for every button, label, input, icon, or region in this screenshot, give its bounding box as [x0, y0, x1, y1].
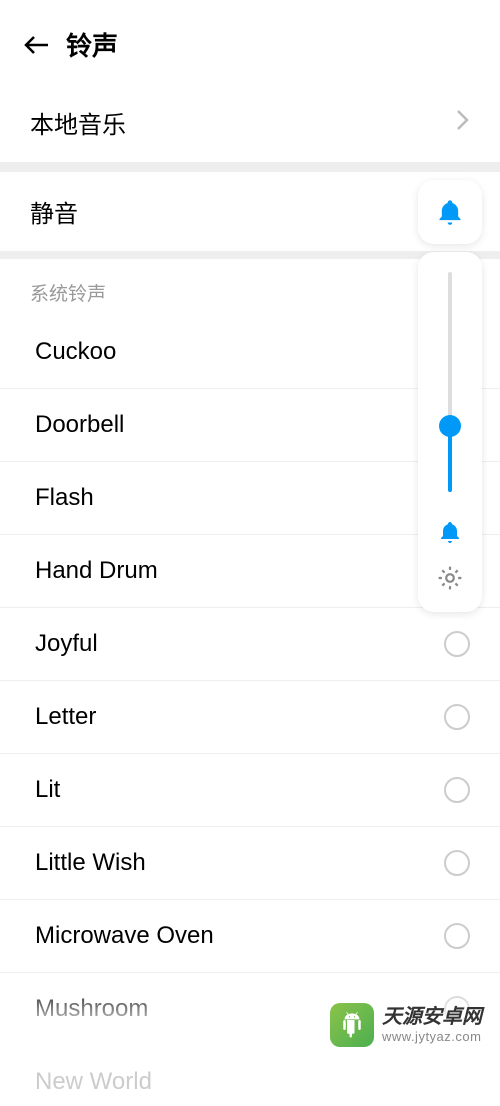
ringtone-name: Joyful	[35, 630, 98, 658]
divider	[0, 162, 500, 172]
slider-thumb[interactable]	[439, 415, 461, 437]
ringtone-name: Letter	[35, 703, 96, 731]
ringtone-name: New World	[35, 1068, 152, 1096]
ringtone-item[interactable]: Lit	[0, 754, 500, 827]
radio-unchecked-icon	[444, 996, 470, 1022]
ringtone-item[interactable]: New World	[0, 1046, 500, 1106]
radio-unchecked-icon	[444, 850, 470, 876]
volume-slider-card	[418, 252, 482, 612]
volume-panel	[418, 180, 482, 612]
radio-unchecked-icon	[444, 704, 470, 730]
ringtone-name: Microwave Oven	[35, 922, 214, 950]
volume-stream-icon[interactable]	[438, 520, 462, 549]
page-header: 铃声	[0, 0, 500, 83]
chevron-right-icon	[456, 109, 470, 136]
volume-mode-button[interactable]	[418, 180, 482, 244]
ringtone-name: Lit	[35, 776, 60, 804]
radio-unchecked-icon	[444, 631, 470, 657]
ringtone-name: Little Wish	[35, 849, 146, 877]
bell-icon	[436, 198, 464, 226]
silent-label: 静音	[30, 201, 78, 228]
radio-unchecked-icon	[444, 777, 470, 803]
volume-slider[interactable]	[448, 272, 452, 492]
settings-button[interactable]	[437, 565, 463, 596]
back-button[interactable]	[20, 31, 54, 59]
radio-unchecked-icon	[444, 923, 470, 949]
ringtone-name: Hand Drum	[35, 557, 158, 585]
ringtone-item[interactable]: Letter	[0, 681, 500, 754]
ringtone-name: Cuckoo	[35, 338, 116, 366]
gear-icon	[437, 565, 463, 591]
bell-icon	[438, 520, 462, 544]
ringtone-item[interactable]: Mushroom	[0, 973, 500, 1046]
ringtone-name: Mushroom	[35, 995, 148, 1023]
ringtone-item[interactable]: Little Wish	[0, 827, 500, 900]
local-music-label: 本地音乐	[30, 105, 126, 140]
ringtone-item[interactable]: Joyful	[0, 608, 500, 681]
ringtone-item[interactable]: Microwave Oven	[0, 900, 500, 973]
ringtone-name: Doorbell	[35, 411, 124, 439]
page-title: 铃声	[66, 26, 118, 63]
ringtone-name: Flash	[35, 484, 94, 512]
local-music-row[interactable]: 本地音乐	[0, 83, 500, 162]
arrow-left-icon	[24, 34, 50, 56]
